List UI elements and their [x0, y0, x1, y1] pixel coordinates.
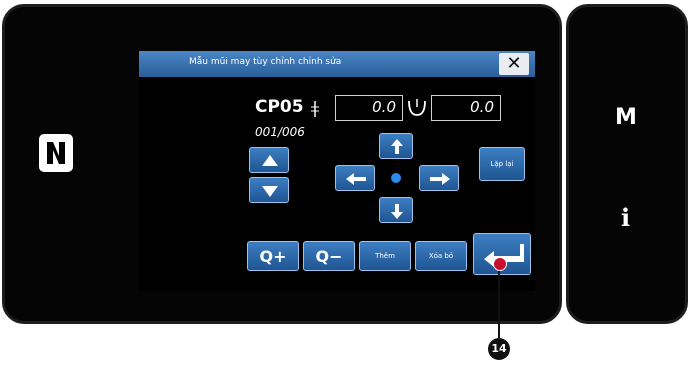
add-button[interactable]: Thêm — [359, 241, 411, 271]
delete-button[interactable]: Xóa bỏ — [415, 241, 467, 271]
stitch-width-field[interactable]: 0.0 — [335, 95, 403, 121]
main-screen-panel: Mẫu mũi may tùy chỉnh chỉnh sửa ✕ CP05 0… — [2, 4, 562, 324]
stitch-width-icon — [309, 99, 321, 119]
down-arrow-icon — [262, 186, 278, 197]
move-up-button[interactable] — [379, 133, 413, 159]
nfc-icon — [39, 134, 73, 172]
move-down-button[interactable] — [379, 197, 413, 223]
step-down-button[interactable] — [249, 177, 289, 203]
stitch-length-icon — [405, 97, 429, 119]
stitch-counter: 001/006 — [255, 125, 305, 139]
repeat-label: Lặp lại — [490, 160, 514, 168]
zoom-out-label: Q− — [315, 247, 343, 266]
mode-button[interactable]: M — [615, 105, 637, 130]
close-icon: ✕ — [506, 53, 522, 74]
edit-dialog: Mẫu mũi may tùy chỉnh chỉnh sửa ✕ CP05 0… — [139, 51, 535, 291]
move-left-button[interactable] — [335, 165, 375, 191]
step-up-button[interactable] — [249, 147, 289, 173]
stitch-length-field[interactable]: 0.0 — [431, 95, 501, 121]
callout-line — [498, 262, 500, 338]
left-arrow-icon — [346, 173, 366, 185]
callout-number: 14 — [488, 338, 510, 360]
add-label: Thêm — [375, 252, 395, 260]
pattern-code: CP05 — [255, 97, 304, 117]
up-arrow-icon — [391, 139, 403, 154]
up-arrow-icon — [262, 155, 278, 166]
close-button[interactable]: ✕ — [499, 53, 529, 75]
zoom-in-button[interactable]: Q+ — [247, 241, 299, 271]
zoom-in-label: Q+ — [259, 247, 287, 266]
callout-marker — [493, 257, 507, 271]
dialog-titlebar: Mẫu mũi may tùy chỉnh chỉnh sửa ✕ — [139, 51, 535, 77]
delete-label: Xóa bỏ — [428, 252, 454, 260]
side-panel: M i — [566, 4, 688, 324]
repeat-button[interactable]: Lặp lại — [479, 147, 525, 181]
center-dot — [391, 173, 401, 183]
dialog-title: Mẫu mũi may tùy chỉnh chỉnh sửa — [189, 57, 342, 67]
right-arrow-icon — [430, 173, 450, 185]
zoom-out-button[interactable]: Q− — [303, 241, 355, 271]
move-right-button[interactable] — [419, 165, 459, 191]
info-button[interactable]: i — [621, 203, 630, 232]
down-arrow-icon — [391, 204, 403, 219]
